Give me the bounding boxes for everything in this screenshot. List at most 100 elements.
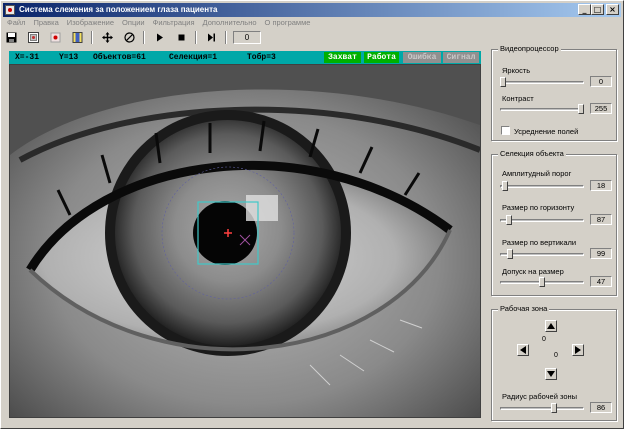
frame-counter: 0: [233, 30, 261, 44]
toolbar-separator: [143, 30, 145, 44]
slider-thumb[interactable]: [578, 104, 584, 114]
main-window: Система слежения за положением глаза пац…: [0, 0, 624, 429]
tolerance-value: 47: [590, 276, 612, 287]
arrow-up-icon: [547, 323, 555, 329]
menu-options[interactable]: Опции: [118, 17, 149, 29]
capture-button[interactable]: [25, 31, 41, 44]
contrast-slider[interactable]: [500, 104, 584, 114]
contrast-value: 255: [590, 103, 612, 114]
menu-extra[interactable]: Дополнительно: [199, 17, 261, 29]
slider-thumb[interactable]: [500, 77, 506, 87]
slider-thumb[interactable]: [507, 249, 513, 259]
record-icon: [50, 32, 60, 42]
arrow-right-icon: [575, 346, 581, 354]
status-y: Y=13: [59, 53, 79, 62]
averaging-checkbox[interactable]: [501, 126, 510, 135]
h-size-value: 87: [590, 214, 612, 225]
title-bar: Система слежения за положением глаза пац…: [3, 3, 621, 17]
window-title: Система слежения за положением глаза пац…: [19, 5, 218, 14]
palette-button[interactable]: [69, 31, 85, 44]
move-down-button[interactable]: [545, 368, 557, 380]
capture-icon: [27, 31, 39, 43]
slider-track: [500, 81, 584, 84]
slider-thumb[interactable]: [551, 403, 557, 413]
slider-track: [500, 219, 584, 222]
menu-about[interactable]: О программе: [261, 17, 315, 29]
eye-image: [10, 65, 480, 417]
threshold-value: 18: [590, 180, 612, 191]
video-view[interactable]: [9, 64, 481, 418]
toolbar: 0: [3, 30, 261, 44]
brightness-label: Яркость: [502, 66, 531, 75]
h-size-slider[interactable]: [500, 215, 584, 225]
status-objects: Объектов=61: [93, 53, 146, 62]
arrow-left-icon: [520, 346, 526, 354]
slider-track: [500, 185, 584, 188]
window-controls: _ □ ×: [578, 4, 619, 15]
save-icon: [6, 32, 16, 42]
toolbar-separator: [195, 30, 197, 44]
minimize-button[interactable]: _: [578, 4, 591, 15]
stop-button[interactable]: [173, 31, 189, 44]
slider-thumb[interactable]: [539, 277, 545, 287]
menu-filtering[interactable]: Фильтрация: [149, 17, 199, 29]
slider-track: [500, 108, 584, 111]
step-button[interactable]: [203, 31, 219, 44]
radius-slider[interactable]: [500, 403, 584, 413]
record-button[interactable]: [47, 31, 63, 44]
palette-icon: [72, 31, 82, 43]
brightness-value: 0: [590, 76, 612, 87]
slider-thumb[interactable]: [502, 181, 508, 191]
v-size-label: Размер по вертикали: [502, 238, 577, 247]
app-icon: [5, 5, 15, 15]
radius-value: 86: [590, 402, 612, 413]
status-x: X=-31: [15, 53, 40, 62]
threshold-label: Амплитудный порог: [502, 169, 572, 178]
video-processor-group: Видеопроцессор Яркость 0 Контраст 255 Ус…: [491, 44, 617, 141]
averaging-label: Усреднение полей: [514, 127, 579, 136]
threshold-slider[interactable]: [500, 181, 584, 191]
arrow-down-icon: [547, 371, 555, 377]
toolbar-separator: [225, 30, 227, 44]
menu-edit[interactable]: Правка: [29, 17, 62, 29]
filter-button[interactable]: [121, 31, 137, 44]
work-zone-x-value: 0: [554, 352, 558, 359]
filter-icon: [123, 31, 135, 43]
work-zone-y-value: 0: [542, 336, 546, 343]
move-right-button[interactable]: [572, 344, 584, 356]
maximize-button[interactable]: □: [591, 4, 604, 15]
stop-icon: [178, 34, 184, 40]
tolerance-label: Допуск на размер: [502, 267, 564, 276]
h-size-label: Размер по горизонту: [502, 203, 575, 212]
menu-bar: Файл Правка Изображение Опции Фильтрация…: [3, 17, 314, 29]
move-left-button[interactable]: [517, 344, 529, 356]
contrast-label: Контраст: [502, 94, 534, 103]
slider-thumb[interactable]: [506, 215, 512, 225]
video-processor-title: Видеопроцессор: [498, 44, 561, 53]
play-icon: [156, 33, 163, 41]
move-icon: [101, 31, 113, 43]
move-up-button[interactable]: [545, 320, 557, 332]
play-button[interactable]: [151, 31, 167, 44]
slider-track: [500, 407, 584, 410]
menu-image[interactable]: Изображение: [63, 17, 118, 29]
toolbar-separator: [91, 30, 93, 44]
indicator-capture: Захват: [324, 52, 361, 63]
indicator-work: Работа: [364, 52, 399, 63]
indicator-signal: Сигнал: [443, 52, 479, 63]
v-size-value: 99: [590, 248, 612, 259]
tolerance-slider[interactable]: [500, 277, 584, 287]
selection-title: Селекция объекта: [498, 149, 566, 158]
close-button[interactable]: ×: [606, 4, 619, 15]
status-selection: Селекция=1: [169, 53, 218, 62]
move-button[interactable]: [99, 31, 115, 44]
radius-label: Радиус рабочей зоны: [502, 392, 578, 401]
brightness-slider[interactable]: [500, 77, 584, 87]
indicator-error: Ошибка: [403, 52, 441, 63]
menu-file[interactable]: Файл: [3, 17, 29, 29]
status-tobr: Тобр=3: [247, 53, 276, 62]
work-zone-title: Рабочая зона: [498, 304, 550, 313]
work-zone-group: Рабочая зона 0 0 Радиус рабочей зоны 86: [491, 304, 617, 421]
save-button[interactable]: [3, 31, 19, 44]
v-size-slider[interactable]: [500, 249, 584, 259]
